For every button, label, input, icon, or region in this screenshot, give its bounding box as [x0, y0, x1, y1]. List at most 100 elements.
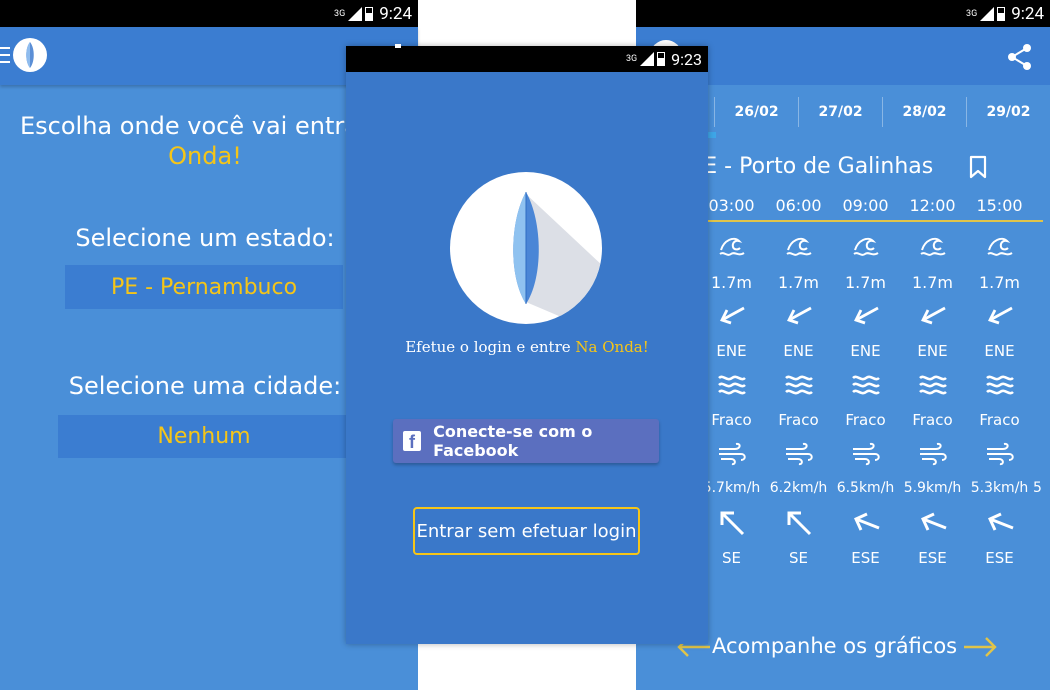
wind-speed-cell: 6.5km/h	[836, 480, 895, 496]
wind-direction-cell: ESE	[918, 549, 947, 567]
arrow-up-left-icon	[765, 508, 832, 538]
wind-speed-cell: 5.3km/h	[970, 480, 1029, 496]
signal-icon	[980, 6, 995, 21]
arrow-up-left-icon	[698, 508, 765, 538]
skip-login-button[interactable]: Entrar sem efetuar login	[413, 507, 640, 555]
arrow-left-up-icon	[966, 508, 1033, 538]
wind-speed-cell: 5.7km/h	[702, 480, 761, 496]
signal-icon	[640, 52, 655, 66]
login-text: Efetue o login e entre	[405, 338, 576, 356]
time-divider	[698, 220, 1043, 222]
time-cell: 09:00	[842, 196, 889, 215]
app-logo-icon	[13, 38, 47, 72]
wind-speed-row: 5.7km/h 6.2km/h 6.5km/h 5.9km/h 5.3km/h …	[700, 480, 1050, 500]
wave-direction-arrow-row	[698, 302, 1033, 328]
sea-waves-icon	[966, 372, 1033, 398]
network-label: 3G	[625, 54, 638, 64]
wave-direction-row: ENE ENE ENE ENE ENE	[698, 342, 1033, 360]
wind-speed-partial: 5	[1033, 480, 1042, 496]
surfboard-logo-icon	[450, 172, 602, 324]
wave-height-cell: 1.7m	[844, 273, 887, 292]
sea-icon-row	[698, 372, 1033, 398]
wave-height-cell: 1.7m	[911, 273, 954, 292]
middle-status-bar: 3G 9:23	[346, 46, 708, 72]
sea-waves-icon	[832, 372, 899, 398]
login-highlight: Na Onda!	[575, 338, 649, 356]
battery-icon	[365, 6, 374, 21]
city-select[interactable]: Nenhum	[58, 415, 350, 458]
wind-direction-cell: ESE	[985, 549, 1014, 567]
facebook-login-button[interactable]: f Conecte-se com o Facebook	[393, 419, 659, 463]
sea-condition-cell: Fraco	[845, 411, 886, 429]
wave-height-cell: 1.7m	[710, 273, 753, 292]
wave-direction-cell: ENE	[850, 342, 881, 360]
arrow-right-icon[interactable]	[962, 634, 998, 660]
share-icon[interactable]	[1005, 42, 1035, 72]
status-time: 9:23	[671, 49, 702, 69]
sea-waves-icon	[899, 372, 966, 398]
wave-height-cell: 1.7m	[978, 273, 1021, 292]
battery-icon	[657, 52, 666, 66]
wave-icon	[899, 232, 966, 258]
date-tab[interactable]: 29/02	[967, 97, 1050, 127]
login-message: Efetue o login e entre Na Onda!	[346, 338, 708, 356]
wind-icon	[698, 441, 765, 467]
wind-icon	[765, 441, 832, 467]
wind-icon	[899, 441, 966, 467]
battery-icon	[997, 6, 1006, 21]
date-tab[interactable]: 26/02	[715, 97, 800, 127]
wind-speed-cell: 5.9km/h	[903, 480, 962, 496]
location-title: PE - Porto de Galinhas	[690, 154, 934, 179]
arrow-icon	[765, 302, 832, 328]
wind-direction-arrow-row	[698, 508, 1033, 538]
sea-condition-cell: Fraco	[912, 411, 953, 429]
status-time: 9:24	[379, 3, 412, 24]
wave-direction-cell: ENE	[984, 342, 1015, 360]
notification-dot	[395, 44, 401, 48]
wind-direction-row: SE SE ESE ESE ESE	[698, 549, 1033, 567]
wave-direction-cell: ENE	[917, 342, 948, 360]
time-cell: 06:00	[775, 196, 822, 215]
date-tab[interactable]: 27/02	[799, 97, 884, 127]
menu-icon[interactable]	[0, 47, 10, 63]
right-status-bar: 3G 9:24	[636, 0, 1050, 27]
date-tab[interactable]: 28/02	[883, 97, 967, 127]
wave-height-cell: 1.7m	[777, 273, 820, 292]
facebook-button-label: Conecte-se com o Facebook	[433, 422, 593, 460]
wave-height-row: 1.7m 1.7m 1.7m 1.7m 1.7m	[698, 273, 1033, 292]
wind-direction-cell: SE	[722, 549, 741, 567]
state-select[interactable]: PE - Pernambuco	[65, 265, 343, 309]
sea-waves-icon	[698, 372, 765, 398]
city-label: Selecione uma cidade:	[68, 372, 342, 400]
wave-icon	[832, 232, 899, 258]
arrow-icon	[966, 302, 1033, 328]
wave-icon-row	[698, 232, 1033, 258]
time-cell: 15:00	[976, 196, 1023, 215]
network-label: 3G	[334, 8, 346, 19]
sea-condition-cell: Fraco	[711, 411, 752, 429]
wave-icon	[765, 232, 832, 258]
sea-condition-cell: Fraco	[778, 411, 819, 429]
wind-direction-cell: SE	[789, 549, 808, 567]
arrow-left-up-icon	[832, 508, 899, 538]
network-label: 3G	[966, 8, 978, 19]
time-cell: 12:00	[909, 196, 956, 215]
time-cell: 03:00	[708, 196, 755, 215]
arrow-icon	[899, 302, 966, 328]
wave-icon	[698, 232, 765, 258]
wind-icon	[832, 441, 899, 467]
left-status-bar: 3G 9:24	[0, 0, 418, 27]
arrow-icon	[698, 302, 765, 328]
time-row: 03:00 06:00 09:00 12:00 15:00	[698, 196, 1033, 215]
wind-icon	[966, 441, 1033, 467]
status-time: 9:24	[1011, 3, 1044, 24]
state-label: Selecione um estado:	[75, 224, 335, 252]
bookmark-icon[interactable]	[967, 155, 989, 179]
wind-speed-cell: 6.2km/h	[769, 480, 828, 496]
wave-direction-cell: ENE	[716, 342, 747, 360]
charts-link[interactable]: Acompanhe os gráficos	[712, 634, 957, 658]
signal-icon	[348, 6, 363, 21]
sea-condition-cell: Fraco	[979, 411, 1020, 429]
sea-condition-row: Fraco Fraco Fraco Fraco Fraco	[698, 411, 1033, 429]
wind-direction-cell: ESE	[851, 549, 880, 567]
